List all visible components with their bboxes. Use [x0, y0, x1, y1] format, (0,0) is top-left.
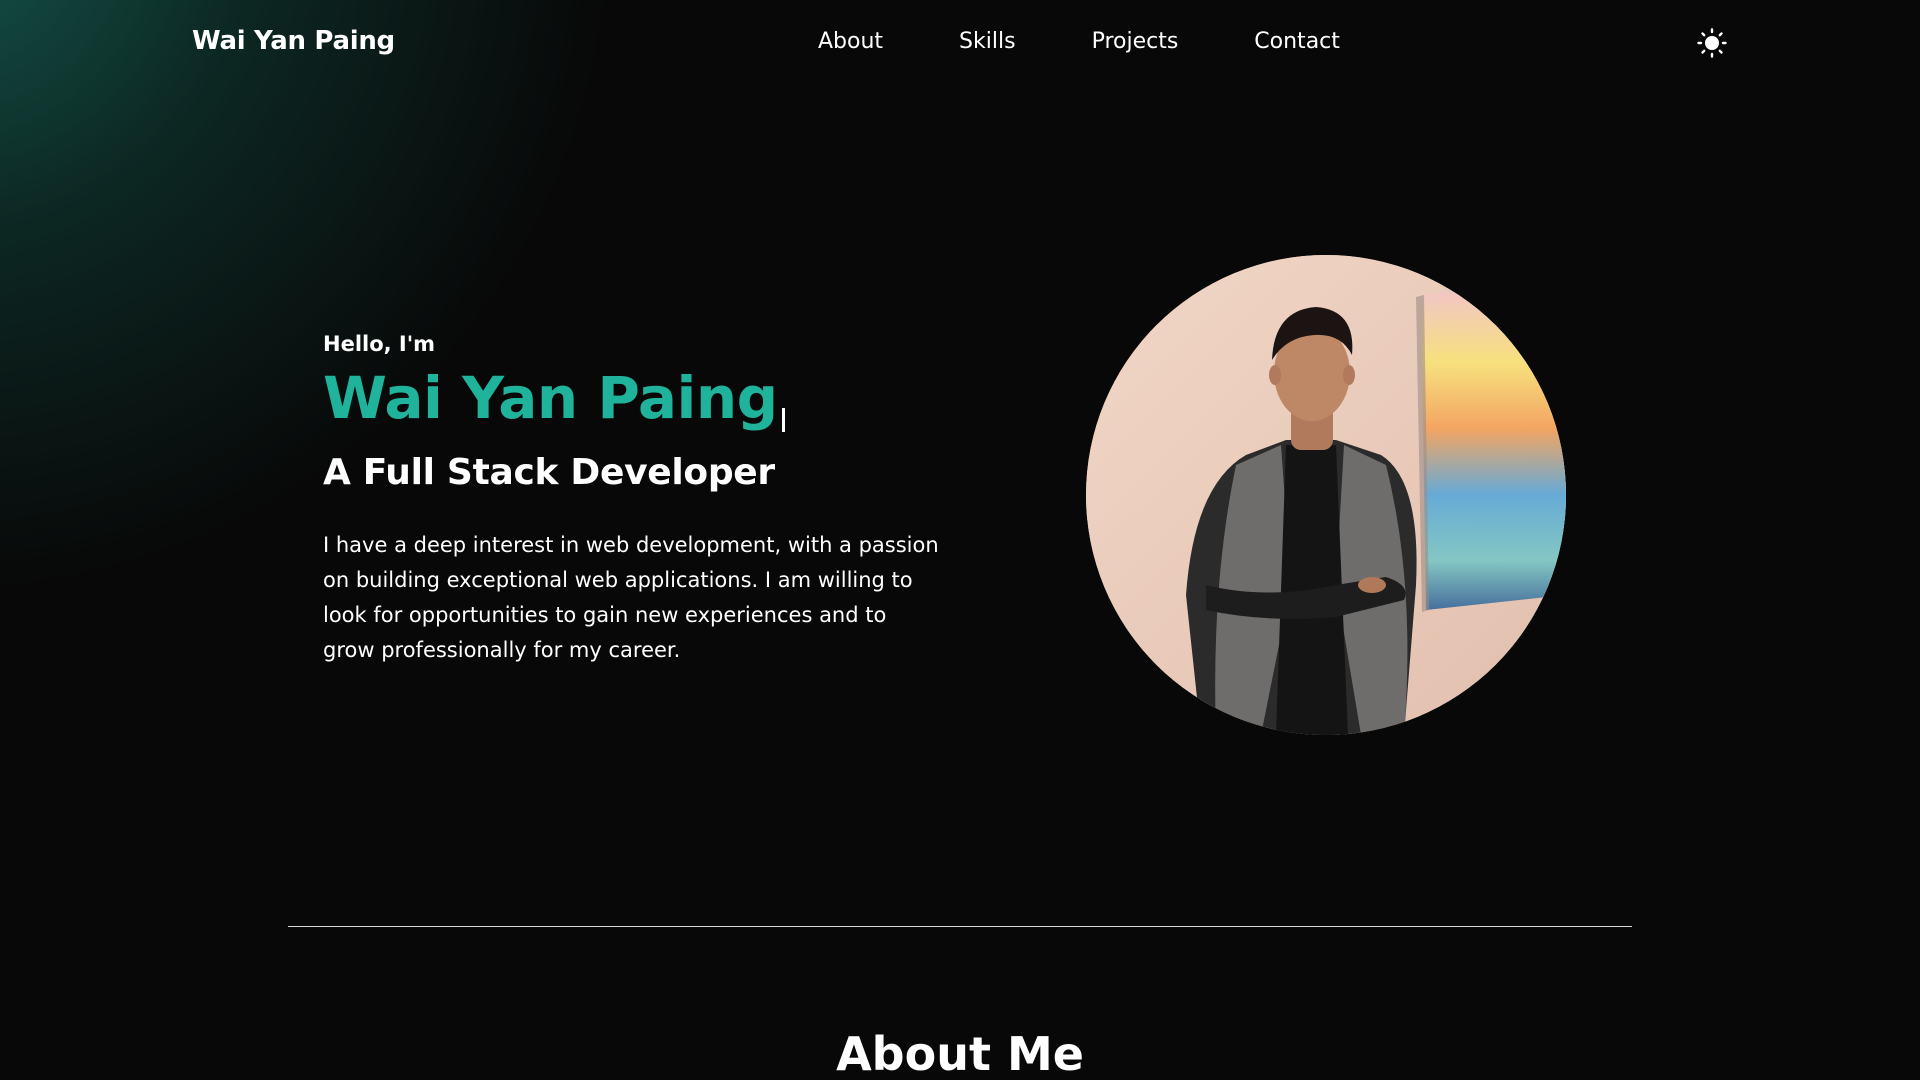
- hero-name-heading: Wai Yan Paing: [323, 360, 963, 436]
- hero-name-text: Wai Yan Paing: [323, 364, 778, 432]
- nav-link-contact[interactable]: Contact: [1254, 29, 1340, 54]
- nav-links: About Skills Projects Contact: [818, 29, 1340, 54]
- hero-bio: I have a deep interest in web developmen…: [323, 533, 939, 662]
- theme-toggle-button[interactable]: [1696, 27, 1728, 59]
- top-navigation: Wai Yan Paing About Skills Projects Cont…: [0, 0, 1920, 86]
- hero-role: A Full Stack Developer: [323, 452, 775, 493]
- nav-link-skills[interactable]: Skills: [959, 29, 1016, 54]
- section-divider: [288, 926, 1632, 927]
- about-section-heading: About Me: [836, 1027, 1084, 1080]
- brand-logo-link[interactable]: Wai Yan Paing: [192, 26, 395, 56]
- hero-greeting: Hello, I'm: [323, 332, 436, 356]
- nav-link-projects[interactable]: Projects: [1092, 29, 1179, 54]
- sun-icon: [1697, 28, 1727, 58]
- hero-intro: Hello, I'm Wai Yan Paing A Full Stack De…: [323, 330, 963, 668]
- typing-cursor: [781, 408, 785, 432]
- nav-link-about[interactable]: About: [818, 29, 883, 54]
- profile-photo: [1086, 255, 1566, 735]
- portfolio-page: Wai Yan Paing About Skills Projects Cont…: [0, 0, 1920, 1080]
